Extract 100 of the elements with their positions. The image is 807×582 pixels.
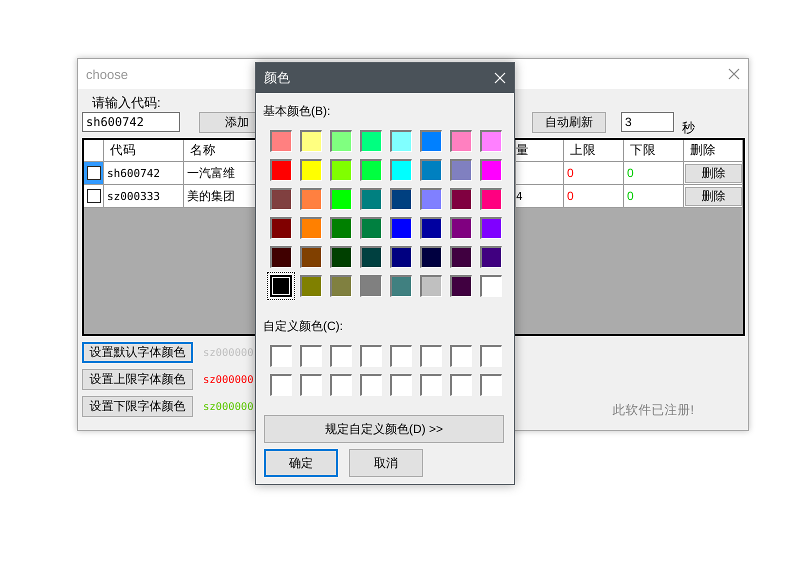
- seconds-label: 秒: [682, 119, 695, 137]
- color-sample-text: sz000000: [203, 374, 254, 386]
- color-swatch[interactable]: [300, 188, 322, 210]
- column-header: 名称: [184, 140, 257, 162]
- dialog-button[interactable]: 取消: [349, 449, 423, 477]
- color-swatch[interactable]: [480, 374, 502, 396]
- color-swatch[interactable]: [360, 130, 382, 152]
- column-header: 下限: [624, 140, 684, 162]
- table-cell: 0: [624, 185, 684, 208]
- color-swatch[interactable]: [330, 344, 352, 366]
- column-header: 量: [516, 140, 564, 162]
- table-cell: sz000333: [104, 185, 184, 208]
- color-swatch[interactable]: [300, 274, 322, 296]
- color-swatch[interactable]: [300, 130, 322, 152]
- color-swatch[interactable]: [390, 374, 412, 396]
- color-swatch[interactable]: [390, 130, 412, 152]
- color-swatch[interactable]: [270, 158, 292, 180]
- row-checkbox[interactable]: [86, 166, 100, 180]
- color-swatch[interactable]: [420, 246, 442, 268]
- color-swatch[interactable]: [420, 216, 442, 238]
- color-swatch[interactable]: [450, 274, 472, 296]
- color-swatch[interactable]: [300, 246, 322, 268]
- color-swatch[interactable]: [330, 216, 352, 238]
- color-swatch[interactable]: [450, 344, 472, 366]
- registration-status: 此软件已注册!: [612, 402, 694, 419]
- color-swatch[interactable]: [270, 216, 292, 238]
- color-swatch[interactable]: [450, 216, 472, 238]
- column-header: 删除: [684, 140, 743, 162]
- color-swatch[interactable]: [390, 158, 412, 180]
- color-swatch[interactable]: [450, 130, 472, 152]
- table-cell: 4: [516, 185, 564, 208]
- delete-button[interactable]: 删除: [685, 164, 742, 182]
- color-swatch[interactable]: [270, 130, 292, 152]
- color-swatch[interactable]: [330, 246, 352, 268]
- code-input[interactable]: sh600742: [82, 112, 180, 132]
- window-title: choose: [86, 66, 128, 82]
- color-swatch[interactable]: [450, 158, 472, 180]
- color-swatch[interactable]: [330, 188, 352, 210]
- color-swatch[interactable]: [300, 158, 322, 180]
- color-swatch[interactable]: [480, 246, 502, 268]
- color-sample-text: sz000000: [203, 400, 254, 412]
- color-swatch[interactable]: [270, 246, 292, 268]
- color-swatch[interactable]: [450, 374, 472, 396]
- color-swatch[interactable]: [390, 274, 412, 296]
- color-swatch[interactable]: [360, 246, 382, 268]
- color-swatch[interactable]: [480, 274, 502, 296]
- color-swatch[interactable]: [420, 344, 442, 366]
- color-swatch[interactable]: [390, 216, 412, 238]
- color-swatch[interactable]: [480, 344, 502, 366]
- dialog-button[interactable]: 确定: [264, 449, 338, 477]
- font-color-button[interactable]: 设置上限字体颜色: [82, 369, 193, 390]
- color-swatch[interactable]: [360, 216, 382, 238]
- table-cell: 一汽富维: [184, 162, 257, 185]
- font-color-button[interactable]: 设置默认字体颜色: [82, 342, 193, 363]
- dialog-title: 颜色: [264, 69, 290, 87]
- color-swatch[interactable]: [360, 158, 382, 180]
- delete-button[interactable]: 删除: [685, 186, 742, 206]
- row-checkbox[interactable]: [86, 189, 100, 203]
- color-swatch[interactable]: [480, 130, 502, 152]
- define-custom-colors-button[interactable]: 规定自定义颜色(D) >>: [264, 415, 504, 443]
- table-cell: 0: [624, 162, 684, 185]
- color-swatch[interactable]: [300, 374, 322, 396]
- color-swatch[interactable]: [330, 158, 352, 180]
- color-swatch[interactable]: [330, 130, 352, 152]
- color-swatch[interactable]: [420, 158, 442, 180]
- color-swatch[interactable]: [330, 274, 352, 296]
- color-swatch[interactable]: [390, 344, 412, 366]
- color-swatch[interactable]: [270, 188, 292, 210]
- font-color-button[interactable]: 设置下限字体颜色: [82, 396, 193, 417]
- color-swatch[interactable]: [480, 188, 502, 210]
- color-swatch[interactable]: [420, 130, 442, 152]
- close-icon[interactable]: [728, 68, 740, 80]
- table-cell: sh600742: [104, 162, 184, 185]
- color-swatch[interactable]: [300, 216, 322, 238]
- color-swatch[interactable]: [270, 344, 292, 366]
- color-swatch[interactable]: [360, 344, 382, 366]
- color-swatch[interactable]: [480, 216, 502, 238]
- color-swatch[interactable]: [420, 188, 442, 210]
- code-label: 请输入代码:: [92, 95, 161, 111]
- column-header: 代码: [104, 140, 184, 162]
- column-header: 上限: [564, 140, 624, 162]
- color-swatch[interactable]: [450, 246, 472, 268]
- color-swatch[interactable]: [360, 274, 382, 296]
- color-swatch[interactable]: [360, 374, 382, 396]
- color-swatch[interactable]: [330, 374, 352, 396]
- table-cell: 美的集团: [184, 185, 257, 208]
- table-cell: 0: [564, 162, 624, 185]
- color-swatch[interactable]: [390, 246, 412, 268]
- color-swatch[interactable]: [450, 188, 472, 210]
- interval-input[interactable]: 3: [621, 112, 674, 132]
- color-swatch[interactable]: [360, 188, 382, 210]
- color-swatch[interactable]: [420, 274, 442, 296]
- table-cell: 0: [564, 185, 624, 208]
- color-swatch[interactable]: [270, 374, 292, 396]
- custom-colors-label: 自定义颜色(C):: [263, 318, 344, 335]
- color-swatch[interactable]: [390, 188, 412, 210]
- auto-refresh-button[interactable]: 自动刷新: [532, 112, 606, 133]
- color-swatch[interactable]: [300, 344, 322, 366]
- color-swatch[interactable]: [420, 374, 442, 396]
- color-swatch[interactable]: [480, 158, 502, 180]
